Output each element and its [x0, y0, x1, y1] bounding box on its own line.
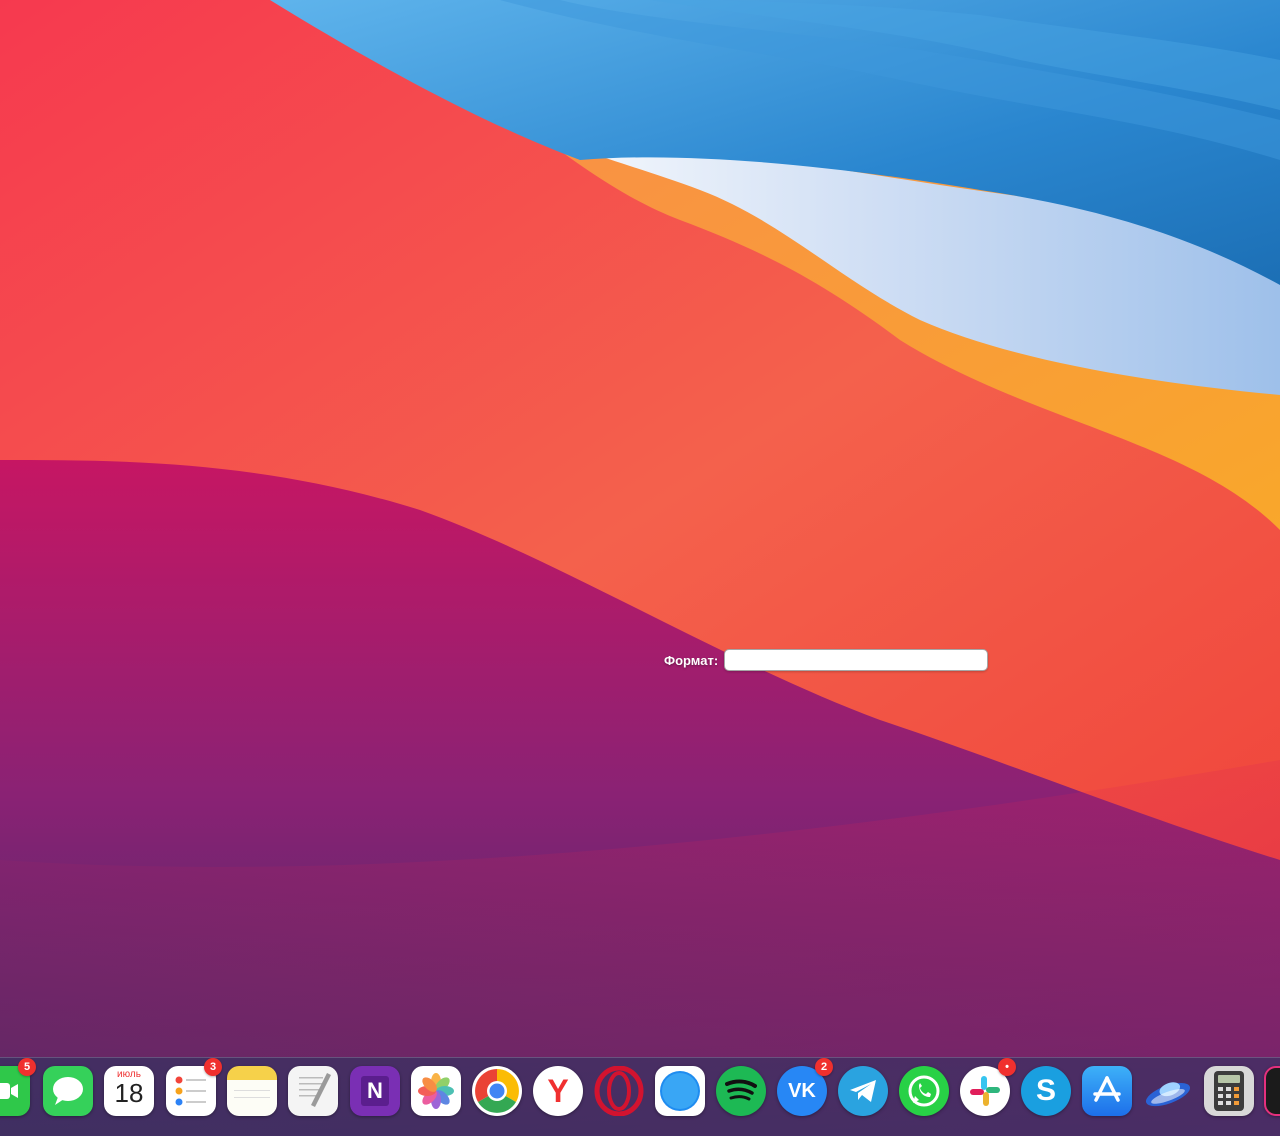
skype-icon[interactable]: S [1021, 1066, 1071, 1116]
slack-badge: • [998, 1058, 1016, 1076]
whatsapp-icon[interactable] [899, 1066, 949, 1116]
opera-icon[interactable] [594, 1066, 644, 1116]
calendar-icon[interactable]: июль 18 [104, 1066, 154, 1116]
spotify-icon[interactable] [716, 1066, 766, 1116]
vk-icon[interactable]: VK 2 [777, 1058, 833, 1116]
desktop: Формат: 5 июль 18 3 N Y VK 2 • S [0, 0, 1280, 1136]
notes-icon[interactable] [227, 1066, 277, 1116]
reminders-icon[interactable]: 3 [166, 1058, 222, 1116]
calendar-day: 18 [114, 1078, 144, 1108]
facetime-badge: 5 [18, 1058, 36, 1076]
onenote-letter: N [361, 1076, 389, 1106]
app-store-icon[interactable] [1082, 1066, 1132, 1116]
x-app-icon[interactable]: X [1264, 1066, 1280, 1116]
format-input[interactable] [724, 649, 989, 671]
photos-icon[interactable] [411, 1066, 461, 1116]
format-label: Формат: [664, 652, 719, 668]
messages-icon[interactable] [43, 1066, 93, 1116]
chrome-icon[interactable] [472, 1066, 522, 1116]
yandex-browser-icon[interactable]: Y [533, 1066, 583, 1116]
onenote-icon[interactable]: N [350, 1066, 400, 1116]
textedit-icon[interactable] [288, 1066, 338, 1116]
vk-logo: VK [788, 1079, 816, 1102]
ufo-app-icon[interactable] [1143, 1066, 1193, 1116]
reminders-badge: 3 [204, 1058, 222, 1076]
slack-icon[interactable]: • [960, 1058, 1016, 1116]
skype-letter: S [1035, 1074, 1056, 1107]
facetime-icon[interactable]: 5 [0, 1058, 36, 1116]
safari-icon[interactable] [655, 1066, 705, 1116]
vk-badge: 2 [815, 1058, 833, 1076]
calculator-icon[interactable] [1204, 1066, 1254, 1116]
yandex-letter: Y [547, 1072, 569, 1109]
wallpaper [0, 0, 1280, 1136]
format-row: Формат: [664, 649, 989, 671]
telegram-icon[interactable] [838, 1066, 888, 1116]
